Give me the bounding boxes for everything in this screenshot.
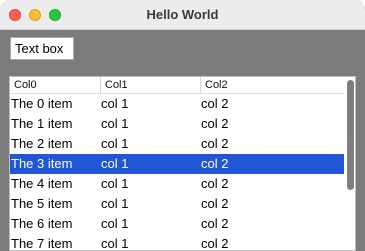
cell-col2: col 2	[201, 176, 229, 191]
cell-col2: col 2	[201, 216, 229, 231]
list-rows: The 0 item col 1 col 2 The 1 item col 1 …	[10, 94, 344, 251]
cell-col0: The 7 item	[11, 236, 73, 251]
list-header: Col0 Col1 Col2	[10, 77, 344, 94]
app-window: Hello World Text box Col0 Col1 Col2 The …	[0, 0, 365, 251]
scrollbar-thumb[interactable]	[347, 80, 354, 190]
cell-col0: The 6 item	[11, 216, 73, 231]
column-header-col2[interactable]: Col2	[200, 77, 344, 93]
cell-col1: col 1	[101, 136, 129, 151]
title-bar: Hello World	[0, 0, 365, 30]
list-row[interactable]: The 4 item col 1 col 2	[10, 174, 344, 194]
list-row[interactable]: The 6 item col 1 col 2	[10, 214, 344, 234]
list-row[interactable]: The 0 item col 1 col 2	[10, 94, 344, 114]
cell-col2: col 2	[201, 96, 229, 111]
list-row[interactable]: The 5 item col 1 col 2	[10, 194, 344, 214]
list-row[interactable]: The 2 item col 1 col 2	[10, 134, 344, 154]
cell-col1: col 1	[101, 196, 129, 211]
cell-col1: col 1	[101, 96, 129, 111]
cell-col0: The 3 item	[11, 156, 73, 171]
text-box-input[interactable]: Text box	[10, 37, 74, 60]
cell-col1: col 1	[101, 116, 129, 131]
list-view[interactable]: Col0 Col1 Col2 The 0 item col 1 col 2 Th…	[9, 76, 356, 251]
cell-col0: The 1 item	[11, 116, 73, 131]
cell-col0: The 0 item	[11, 96, 73, 111]
cell-col2: col 2	[201, 236, 229, 251]
list-row[interactable]: The 7 item col 1 col 2	[10, 234, 344, 251]
column-header-col0[interactable]: Col0	[10, 77, 100, 93]
list-row[interactable]: The 3 item col 1 col 2	[10, 154, 344, 174]
cell-col2: col 2	[201, 136, 229, 151]
cell-col1: col 1	[101, 156, 129, 171]
cell-col1: col 1	[101, 216, 129, 231]
column-header-col1[interactable]: Col1	[100, 77, 200, 93]
cell-col0: The 2 item	[11, 136, 73, 151]
list-row[interactable]: The 1 item col 1 col 2	[10, 114, 344, 134]
cell-col0: The 5 item	[11, 196, 73, 211]
window-title: Hello World	[146, 7, 219, 22]
cell-col2: col 2	[201, 116, 229, 131]
cell-col2: col 2	[201, 196, 229, 211]
cell-col1: col 1	[101, 176, 129, 191]
vertical-scrollbar[interactable]	[344, 77, 355, 250]
cell-col1: col 1	[101, 236, 129, 251]
cell-col2: col 2	[201, 156, 229, 171]
cell-col0: The 4 item	[11, 176, 73, 191]
